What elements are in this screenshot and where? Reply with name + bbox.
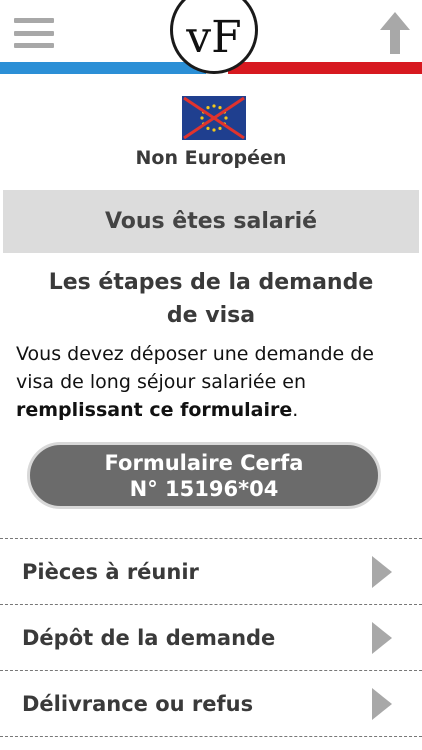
chevron-right-icon [372,688,392,720]
intro-text-main: Vous devez déposer une demande de visa d… [16,343,374,393]
step-item-delivrance[interactable]: Délivrance ou refus [0,670,422,737]
intro-text-bold[interactable]: remplissant ce formulaire [16,399,292,421]
chevron-right-icon [372,622,392,654]
cerfa-button-line2: N° 15196*04 [129,476,279,501]
step-label: Pièces à réunir [22,559,199,584]
origin-label: Non Européen [135,147,287,169]
chevron-right-icon [372,556,392,588]
cerfa-form-button[interactable]: Formulaire Cerfa N° 15196*04 [27,442,381,509]
steps-list: Pièces à réunir Dépôt de la demande Déli… [0,538,422,737]
step-label: Délivrance ou refus [22,691,254,716]
eu-flag-crossed-icon [182,96,246,140]
app-header: vF [0,0,422,74]
cerfa-button-line1: Formulaire Cerfa [104,450,304,475]
intro-text-end: . [292,399,299,421]
step-item-depot[interactable]: Dépôt de la demande [0,604,422,670]
hamburger-menu-icon[interactable] [14,18,54,48]
step-item-pieces[interactable]: Pièces à réunir [0,538,422,604]
arrow-up-icon[interactable] [380,12,410,54]
step-label: Dépôt de la demande [22,625,276,650]
section-title: Les étapes de la demande de visa [48,270,374,328]
intro-text: Vous devez déposer une demande de visa d… [16,340,412,424]
status-band: Vous êtes salarié [3,190,419,253]
